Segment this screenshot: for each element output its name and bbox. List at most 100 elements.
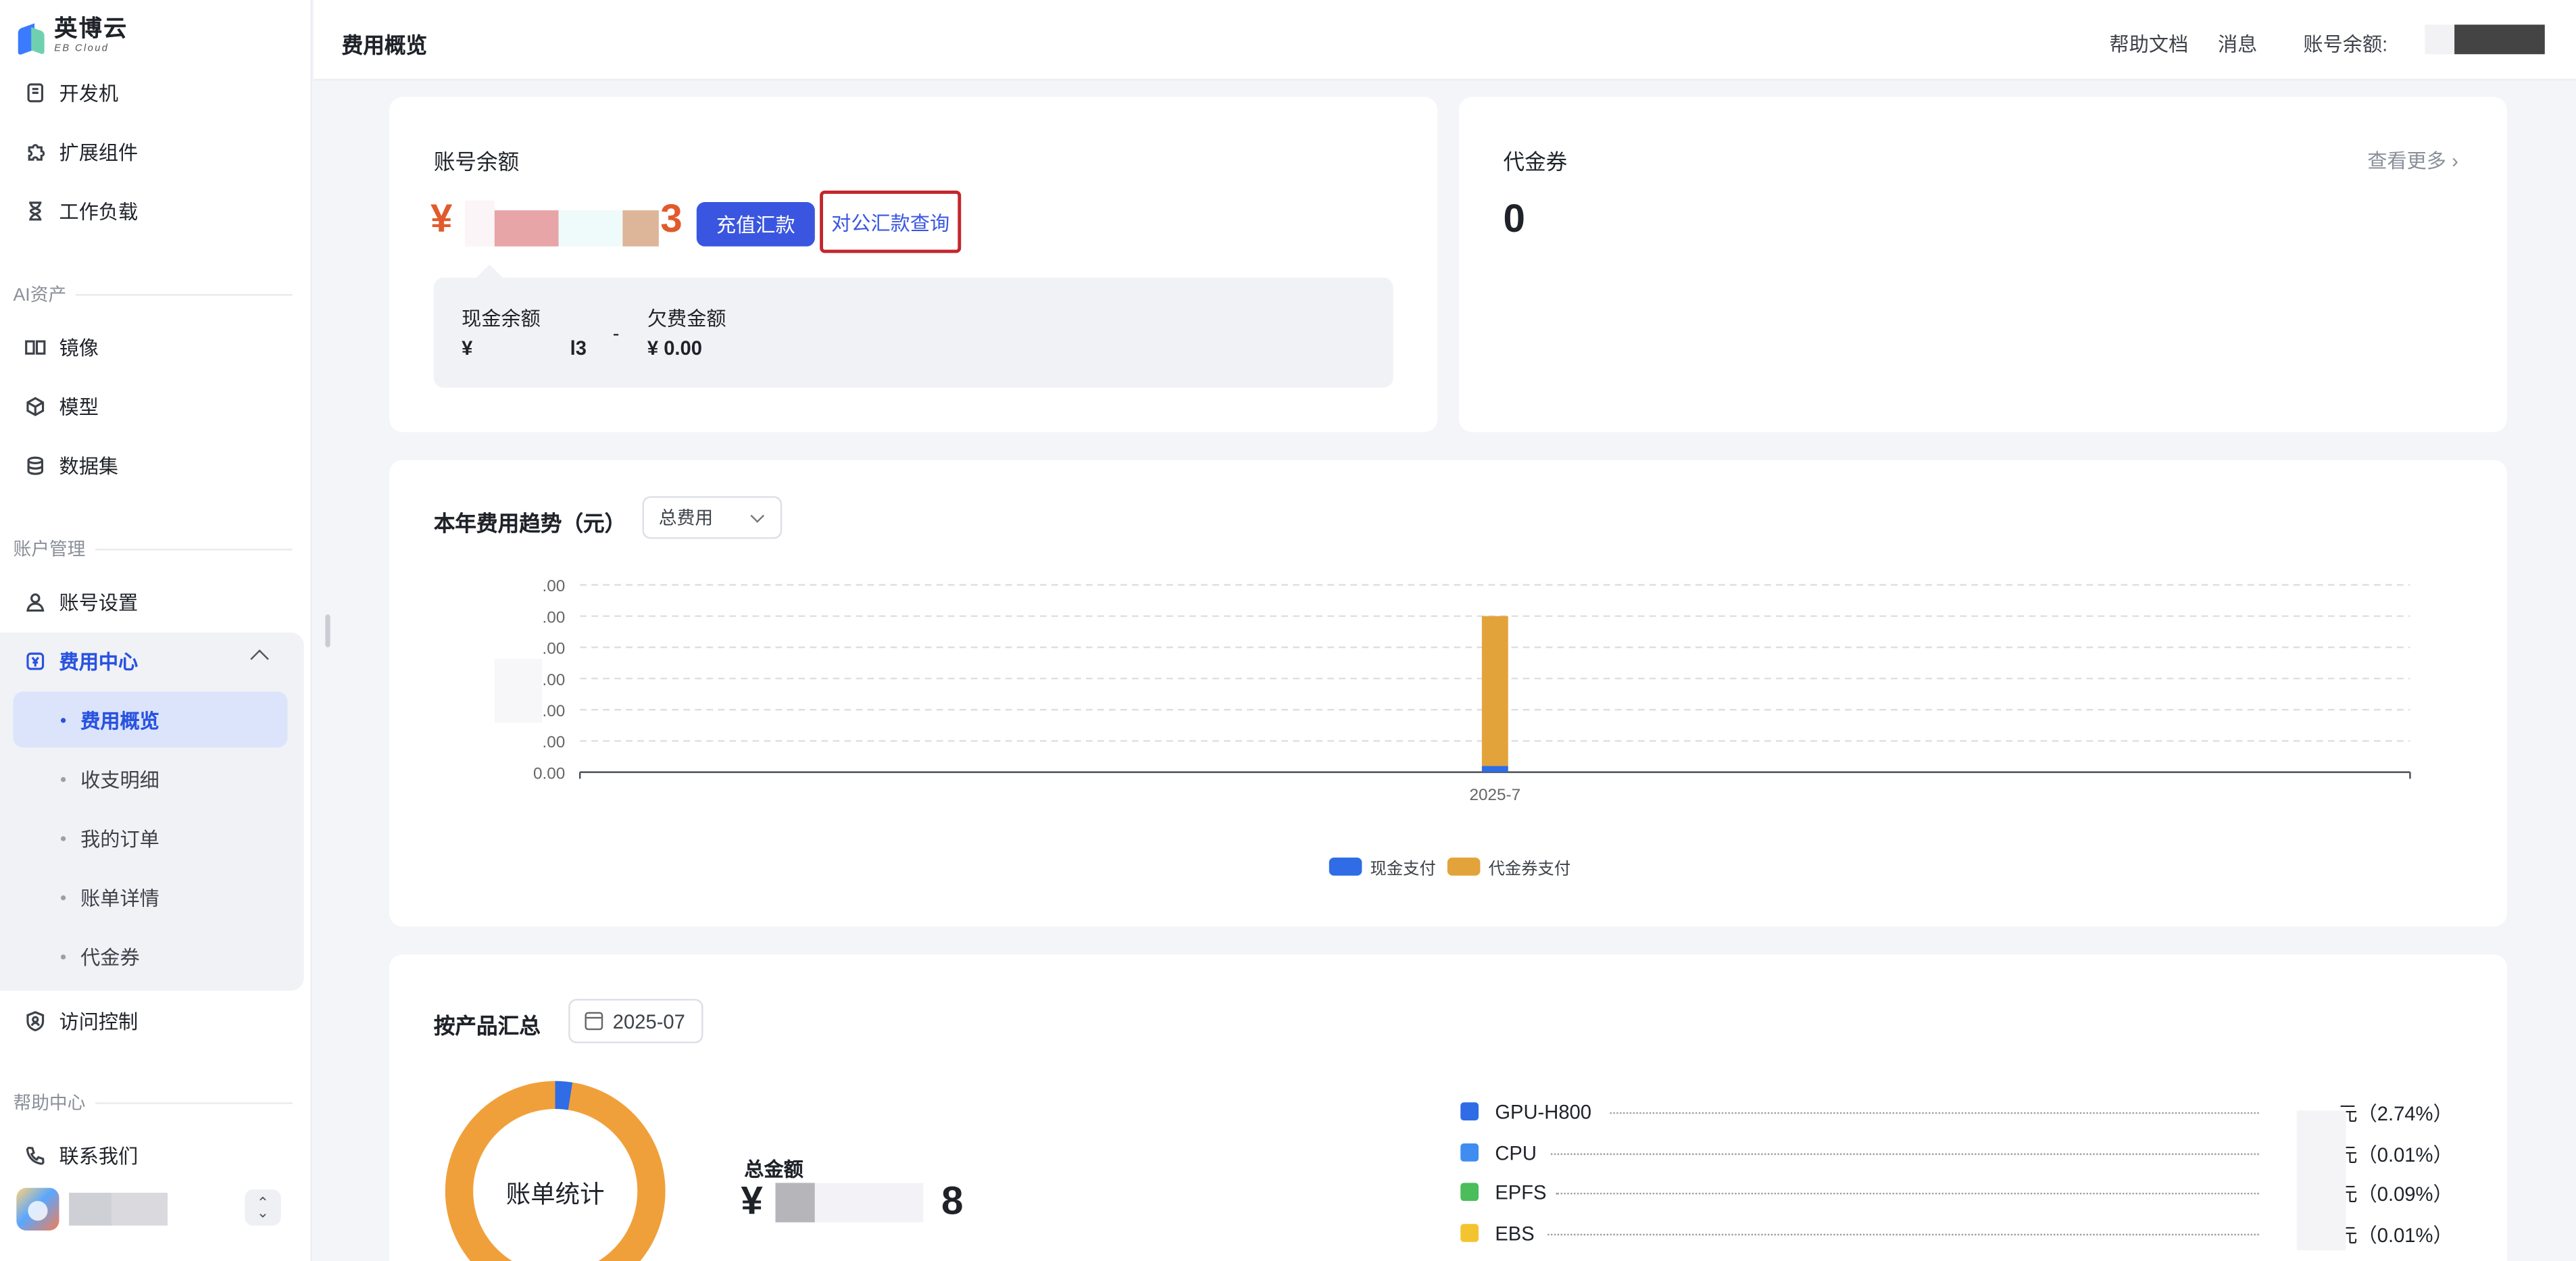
sidebar-item-mirror[interactable]: 镜像 xyxy=(0,319,302,375)
recharge-button[interactable]: 充值汇款 xyxy=(696,202,815,247)
trend-chart: .00 .00 .00 .00 .00 .00 0.00 2025-7 xyxy=(533,577,2411,804)
sidebar-resize-handle[interactable] xyxy=(325,614,330,647)
cash-balance-label: 现金余额 xyxy=(462,307,541,330)
balance-card-title: 账号余额 xyxy=(433,149,520,174)
expand-collapse-icon[interactable]: ⌃ ⌄ xyxy=(245,1189,281,1226)
sidebar-item-label: 费用中心 xyxy=(59,649,139,673)
product-color-swatch xyxy=(1460,1143,1479,1162)
product-name: GPU-H800 xyxy=(1495,1100,1591,1124)
help-docs-link[interactable]: 帮助文档 xyxy=(2110,30,2189,57)
total-amount-tail: 8 xyxy=(941,1179,964,1225)
sidebar-item-dataset[interactable]: 数据集 xyxy=(0,437,302,493)
view-more-link[interactable]: 查看更多 › xyxy=(2367,146,2458,174)
total-amount-currency: ¥ xyxy=(741,1179,763,1225)
legend-cash[interactable]: 现金支付 xyxy=(1329,854,1436,879)
corporate-transfer-query-button[interactable]: 对公汇款查询 xyxy=(820,191,962,253)
calendar-icon xyxy=(585,1012,603,1031)
balance-currency: ¥ xyxy=(430,197,453,242)
donut-center-label: 账单统计 xyxy=(505,1181,605,1210)
sidebar-item-dev-machine[interactable]: 开发机 xyxy=(0,64,302,120)
product-percentage: 元（2.74%） xyxy=(2337,1102,2453,1126)
sidebar-item-workloads[interactable]: 工作负载 xyxy=(0,182,302,239)
product-color-swatch xyxy=(1460,1102,1479,1121)
sidebar-item-label: 开发机 xyxy=(59,81,119,105)
database-icon xyxy=(23,453,46,476)
month-picker[interactable]: 2025-07 xyxy=(568,999,703,1043)
separator: - xyxy=(612,322,620,345)
sidebar-subitem-fee-overview[interactable]: 费用概览 xyxy=(13,691,288,748)
cube-icon xyxy=(23,394,46,417)
logo[interactable]: 英博云 EB Cloud xyxy=(18,14,128,57)
avatar xyxy=(16,1187,59,1231)
product-color-swatch xyxy=(1460,1224,1479,1242)
month-value: 2025-07 xyxy=(612,1009,685,1033)
leader-dots xyxy=(1550,1153,2259,1156)
shield-user-icon xyxy=(23,1009,46,1032)
legend-swatch xyxy=(1447,858,1481,876)
sidebar-subitem-my-orders[interactable]: 我的订单 xyxy=(13,810,287,866)
x-tick-label: 2025-7 xyxy=(1469,786,1520,804)
sidebar-item-model[interactable]: 模型 xyxy=(0,378,302,434)
legend-swatch xyxy=(1329,858,1362,876)
bar-segment xyxy=(1481,616,1508,766)
balance-breakdown-panel: 现金余额 ¥ l3 - 欠费金额 ¥ 0.00 xyxy=(433,277,1393,388)
product-summary-title: 按产品汇总 xyxy=(433,1014,541,1039)
total-amount-redacted xyxy=(814,1183,924,1222)
phone-icon xyxy=(23,1143,46,1166)
coupon-card-title: 代金券 xyxy=(1503,149,1568,174)
sidebar-item-label: 账号设置 xyxy=(59,590,139,614)
sidebar-item-account-settings[interactable]: 账号设置 xyxy=(0,573,302,629)
product-percentage: 元（0.01%） xyxy=(2337,1224,2453,1247)
select-value: 总费用 xyxy=(658,509,714,529)
balance-redacted xyxy=(465,200,495,247)
puzzle-icon xyxy=(23,140,46,163)
trend-card-title: 本年费用趋势（元） xyxy=(433,511,626,536)
yen-icon xyxy=(23,649,46,672)
balance-redacted xyxy=(558,210,623,247)
section-title-help: 帮助中心 xyxy=(13,1089,292,1116)
cash-balance-redacted xyxy=(478,337,570,362)
leader-dots xyxy=(1556,1192,2259,1195)
messages-link[interactable]: 消息 xyxy=(2218,30,2257,57)
cash-balance-tail: l3 xyxy=(570,337,587,360)
username-redacted xyxy=(69,1192,112,1226)
y-tick-label: .00 xyxy=(543,640,566,658)
sidebar-item-extensions[interactable]: 扩展组件 xyxy=(0,123,302,179)
dev-machine-icon xyxy=(23,80,46,103)
product-amount-redacted xyxy=(2296,1110,2346,1251)
balance-amount-tail: 3 xyxy=(660,197,683,242)
y-tick-label: .00 xyxy=(543,608,566,626)
chevron-up-icon[interactable] xyxy=(250,649,269,668)
coupon-count: 0 xyxy=(1503,197,1525,242)
product-percentage: 元（0.09%） xyxy=(2337,1183,2453,1206)
sidebar-item-label: 联系我们 xyxy=(59,1144,139,1168)
product-color-swatch xyxy=(1460,1183,1479,1202)
sidebar-subitem-bill-details[interactable]: 账单详情 xyxy=(13,869,287,925)
fee-type-select[interactable]: 总费用 xyxy=(642,496,783,539)
sidebar-item-label: 扩展组件 xyxy=(59,140,139,164)
chevron-down-icon xyxy=(750,509,765,523)
sidebar-item-label: 工作负载 xyxy=(59,199,139,223)
y-tick-label: .00 xyxy=(543,577,566,595)
section-title-account: 账户管理 xyxy=(13,536,292,562)
balance-redacted xyxy=(494,210,559,247)
sidebar-subitem-transactions[interactable]: 收支明细 xyxy=(13,751,287,807)
legend-label: 现金支付 xyxy=(1370,860,1436,879)
logo-icon xyxy=(18,22,48,55)
header-balance-redacted xyxy=(2425,24,2545,55)
legend-coupon[interactable]: 代金券支付 xyxy=(1447,854,1570,879)
header-balance-label: 账号余额: xyxy=(2303,32,2388,56)
sidebar-item-contact[interactable]: 联系我们 xyxy=(0,1127,302,1183)
logo-text: 英博云 xyxy=(54,14,128,41)
top-bar: 费用概览 帮助文档 消息 账号余额: xyxy=(314,0,2576,81)
product-name: CPU xyxy=(1495,1141,1537,1165)
cash-balance-currency: ¥ xyxy=(462,337,473,360)
y-tick-label: .00 xyxy=(543,733,566,751)
user-profile[interactable]: ⌃ ⌄ xyxy=(16,1186,287,1232)
arrears-value: ¥ 0.00 xyxy=(647,337,702,360)
balance-redacted xyxy=(622,210,659,247)
sidebar-subitem-coupons[interactable]: 代金券 xyxy=(13,929,287,985)
sidebar-item-access-control[interactable]: 访问控制 xyxy=(0,992,302,1048)
bar-segment xyxy=(1481,766,1508,772)
sidebar-item-fee-center[interactable]: 费用中心 xyxy=(0,633,302,689)
